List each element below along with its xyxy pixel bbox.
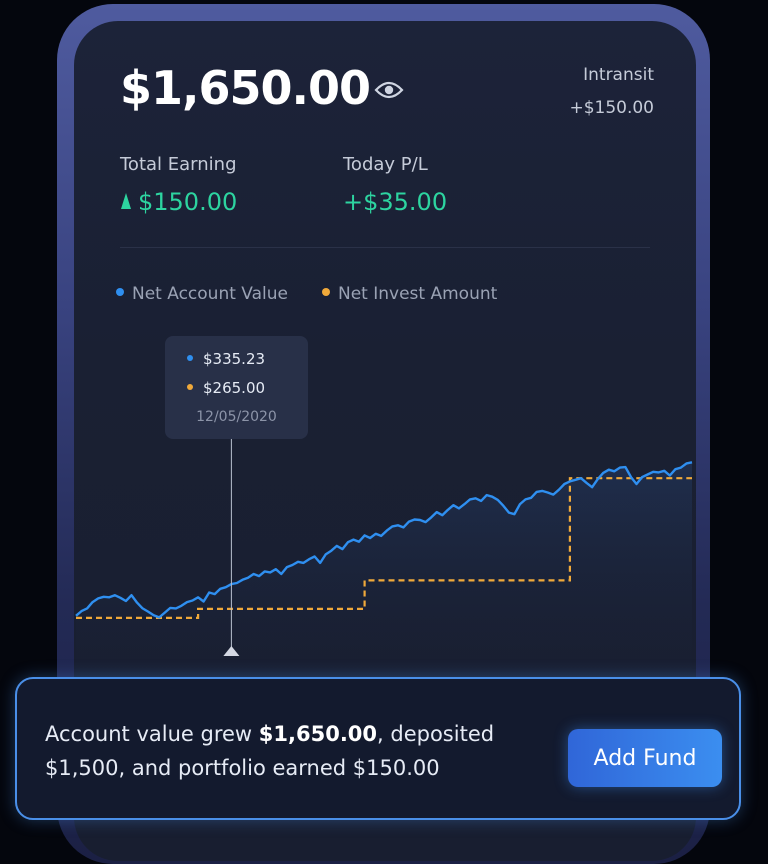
tooltip-invest-row: $265.00 xyxy=(187,379,265,397)
tooltip-account-row: $335.23 xyxy=(187,350,265,368)
summary-text: Account value grew $1,650.00, deposited … xyxy=(45,717,515,785)
tooltip-date: 12/05/2020 xyxy=(196,409,277,425)
tooltip-account-value: $335.23 xyxy=(203,350,266,368)
add-fund-button[interactable]: Add Fund xyxy=(568,729,722,787)
tooltip-invest-value: $265.00 xyxy=(203,379,266,397)
tooltip-dot-blue xyxy=(187,354,193,361)
summary-banner: Account value grew $1,650.00, deposited … xyxy=(15,677,741,820)
chart-tooltip: $335.23 $265.00 12/05/2020 xyxy=(165,336,308,439)
tooltip-dot-orange xyxy=(187,383,193,390)
summary-amount: $1,650.00 xyxy=(258,722,378,746)
summary-text-before: Account value grew xyxy=(45,722,259,746)
